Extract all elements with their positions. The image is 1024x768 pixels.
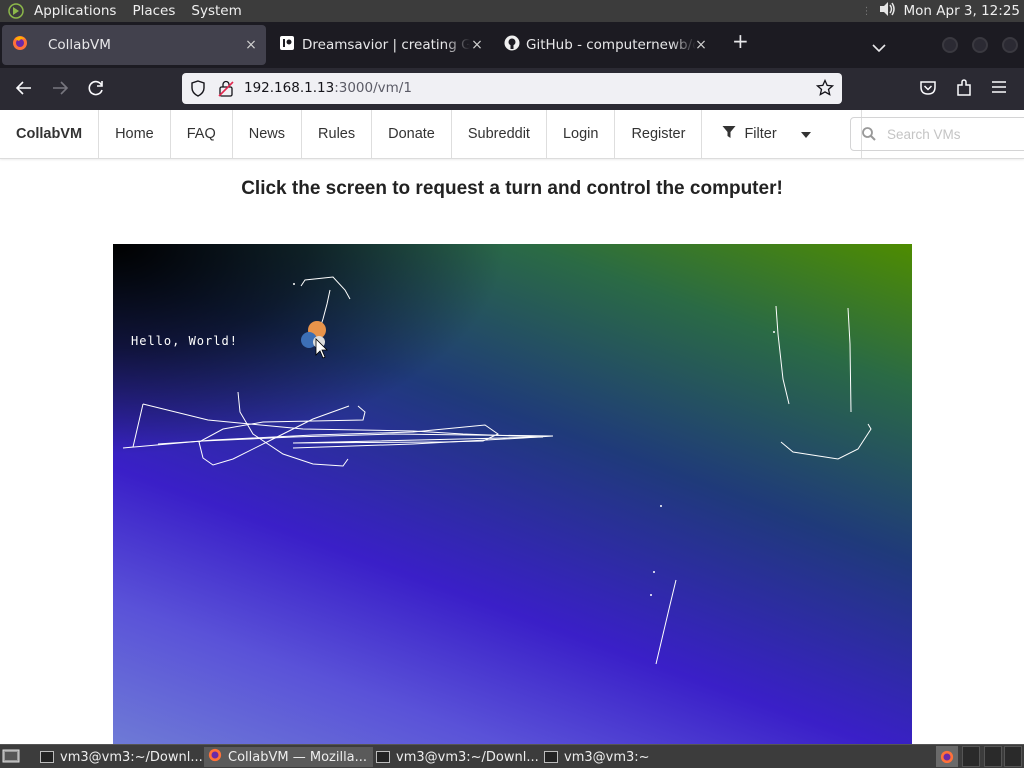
tab-title: CollabVM [48,37,111,53]
terminal-icon [544,751,558,763]
menu-places[interactable]: Places [124,0,183,22]
vm-display-screen[interactable]: Hello, World! [113,244,912,744]
patreon-icon [280,36,294,54]
hamburger-menu-icon[interactable] [990,78,1012,100]
extensions-puzzle-icon[interactable] [954,78,976,100]
workspace-switcher-3[interactable] [984,746,1002,767]
search-icon [861,126,877,145]
taskbar-label: CollabVM — Mozilla... [228,749,368,765]
new-tab-button[interactable]: + [732,29,749,53]
page-content: CollabVM Home FAQ News Rules Donate Subr… [0,110,1024,744]
menu-system[interactable]: System [183,0,249,22]
bookmark-star-icon[interactable] [815,78,835,101]
reload-icon[interactable] [86,78,108,100]
bottom-taskbar: vm3@vm3:~/Downl... CollabVM — Mozilla...… [0,744,1024,768]
tab-collabvm[interactable]: CollabVM × [2,25,266,65]
pocket-icon[interactable] [918,78,940,100]
filter-dropdown[interactable]: Filter [702,110,863,158]
taskbar-label: vm3@vm3:~/Downl... [396,749,539,765]
url-text[interactable]: 192.168.1.13:3000/vm/1 [244,80,412,96]
firefox-icon [208,748,222,766]
list-all-tabs-icon[interactable] [872,38,886,57]
close-tab-icon[interactable]: × [692,36,710,54]
distro-logo-icon[interactable] [6,1,26,21]
url-host: 192.168.1.13 [244,80,335,96]
workspace-firefox-icon[interactable] [936,746,958,767]
tab-title: GitHub - computernewb/coll [526,37,696,53]
nav-faq[interactable]: FAQ [171,110,233,158]
tab-strip: CollabVM × Dreamsavior | creating Gam × … [0,22,1024,68]
taskbar-label: vm3@vm3:~/Downl... [60,749,203,765]
clock[interactable]: Mon Apr 3, 12:25 [896,3,1020,19]
taskbar-item-terminal-2[interactable]: vm3@vm3:~/Downl... [376,747,539,767]
close-window-button[interactable] [1002,37,1018,53]
menu-applications[interactable]: Applications [26,0,124,22]
tracking-protection-shield-icon[interactable] [190,80,206,101]
tab-github[interactable]: GitHub - computernewb/coll × [496,25,716,65]
minimize-window-button[interactable] [942,37,958,53]
tab-dreamsavior[interactable]: Dreamsavior | creating Gam × [272,25,492,65]
taskbar-item-firefox[interactable]: CollabVM — Mozilla... [204,747,374,767]
search-vms-input[interactable]: Search VMs [850,117,1024,151]
url-bar[interactable]: 192.168.1.13:3000/vm/1 [182,73,842,104]
show-desktop-icon[interactable] [2,748,20,768]
firefox-icon [12,35,28,55]
maximize-window-button[interactable] [972,37,988,53]
nav-register[interactable]: Register [615,110,703,158]
site-navigation: CollabVM Home FAQ News Rules Donate Subr… [0,110,1024,159]
nav-subreddit[interactable]: Subreddit [452,110,547,158]
terminal-icon [40,751,54,763]
tab-title: Dreamsavior | creating Gam [302,37,470,53]
vm-desktop-icon[interactable] [301,321,326,348]
filter-funnel-icon [722,125,736,143]
close-tab-icon[interactable]: × [242,36,260,54]
url-path: :3000/vm/1 [334,80,412,96]
workspace-switcher-4[interactable] [1004,746,1022,767]
search-placeholder: Search VMs [887,126,961,142]
nav-donate[interactable]: Donate [372,110,452,158]
nav-login[interactable]: Login [547,110,616,158]
close-tab-icon[interactable]: × [468,36,486,54]
top-panel: Applications Places System ⋮ Mon Apr 3, … [0,0,1024,22]
volume-icon[interactable] [878,1,896,21]
workspace-switcher-2[interactable] [962,746,980,767]
turn-request-heading: Click the screen to request a turn and c… [241,178,783,199]
filter-label: Filter [744,126,777,142]
panel-handle-icon: ⋮ [861,5,872,17]
terminal-icon [376,751,390,763]
taskbar-label: vm3@vm3:~ [564,749,650,765]
brand-link[interactable]: CollabVM [0,110,100,158]
taskbar-item-terminal-1[interactable]: vm3@vm3:~/Downl... [40,747,203,767]
nav-news[interactable]: News [233,110,303,158]
taskbar-item-terminal-3[interactable]: vm3@vm3:~ [544,747,650,767]
panel-tray: ⋮ Mon Apr 3, 12:25 [862,0,1020,22]
caret-down-icon [800,126,811,142]
vm-drawing-strokes [122,276,872,665]
github-icon [504,35,520,55]
back-arrow-icon[interactable] [14,78,36,100]
navigation-toolbar: 192.168.1.13:3000/vm/1 [0,68,1024,110]
insecure-lock-icon[interactable] [218,80,234,101]
nav-rules[interactable]: Rules [302,110,373,158]
nav-home[interactable]: Home [99,110,171,158]
forward-arrow-icon[interactable] [50,78,72,100]
